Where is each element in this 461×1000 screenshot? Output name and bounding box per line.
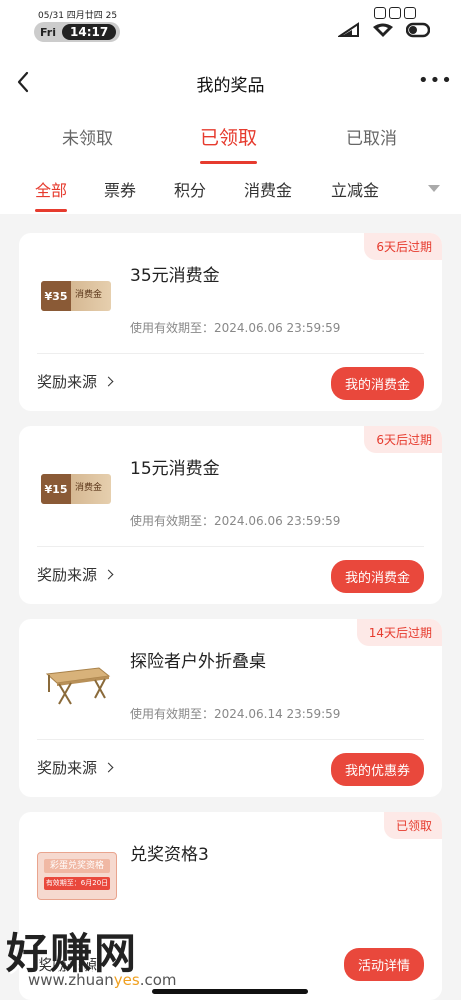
- status-time: 14:17: [62, 24, 117, 40]
- tab-cancelled[interactable]: 已取消: [346, 124, 397, 149]
- my-consumption-credit-button[interactable]: 我的消费金: [330, 560, 424, 593]
- tab-claimed[interactable]: 已领取: [200, 123, 258, 164]
- filter-tab-all[interactable]: 全部: [35, 177, 68, 212]
- wifi-icon: [373, 23, 393, 37]
- prize-name: 15元消费金: [130, 459, 220, 479]
- site-watermark: 好赚网 www.zhuanyes.com: [0, 915, 461, 1000]
- notification-icons: [374, 7, 416, 19]
- status-date: 05/31 四月廿四 25: [38, 11, 118, 21]
- system-icons: [338, 22, 430, 38]
- prize-expiry: 使用有效期至：2024.06.06 23:59:59: [130, 514, 341, 528]
- expiry-badge: 6天后过期: [364, 233, 442, 260]
- tab-label: 已取消: [346, 129, 397, 149]
- status-bar: 05/31 四月廿四 25 Fri 14:17: [0, 0, 461, 50]
- reward-source-link[interactable]: 奖励来源: [37, 564, 114, 585]
- dropdown-arrow-icon[interactable]: [428, 185, 440, 192]
- tab-label: 已领取: [200, 127, 258, 149]
- page-title: 我的奖品: [196, 76, 265, 96]
- prize-card[interactable]: 14天后过期 探险者户外折叠桌 使用有效期至：2024.06.14 23:59:…: [19, 619, 442, 797]
- prize-card[interactable]: 6天后过期 ¥15 消费金 15元消费金 使用有效期至：2024.06.06 2…: [19, 426, 442, 604]
- chevron-right-icon: [103, 569, 114, 580]
- prize-card[interactable]: 6天后过期 ¥35 消费金 35元消费金 使用有效期至：2024.06.06 2…: [19, 233, 442, 411]
- home-indicator[interactable]: [152, 989, 308, 994]
- folding-table-image: [45, 667, 111, 705]
- battery-icon: [406, 22, 430, 38]
- more-dots-icon[interactable]: •••: [418, 70, 453, 91]
- active-filter-indicator: [35, 209, 68, 212]
- active-tab-indicator: [200, 161, 258, 164]
- divider: [37, 739, 424, 740]
- filter-tab-bar: 全部 票券 积分 消费金 立减金: [0, 167, 461, 214]
- nav-header: 我的奖品 •••: [0, 50, 461, 112]
- coupon-thumbnail: ¥15 消费金: [41, 474, 111, 504]
- prize-name: 兑奖资格3: [130, 845, 209, 865]
- status-clock-pill: Fri 14:17: [34, 22, 121, 42]
- reward-source-label: 奖励来源: [37, 373, 98, 391]
- main-tab-bar: 未领取 已领取 已取消: [0, 112, 461, 167]
- filter-tab-points[interactable]: 积分: [174, 177, 206, 201]
- divider: [37, 546, 424, 547]
- divider: [37, 353, 424, 354]
- prize-expiry: 使用有效期至：2024.06.06 23:59:59: [130, 321, 341, 335]
- filter-tab-consumption-credit[interactable]: 消费金: [244, 177, 292, 201]
- certificate-title: 彩蛋兑奖资格: [44, 859, 110, 873]
- notification-icon: [374, 7, 386, 19]
- filter-tab-label: 积分: [174, 181, 207, 200]
- coupon-amount: ¥35: [41, 281, 71, 311]
- chevron-right-icon: [103, 762, 114, 773]
- expiry-badge: 6天后过期: [364, 426, 442, 453]
- filter-tab-label: 全部: [35, 181, 68, 200]
- chevron-right-icon: [103, 376, 114, 387]
- coupon-amount: ¥15: [41, 474, 71, 504]
- prize-certificate-thumbnail: 彩蛋兑奖资格 有效期至：6月20日: [37, 852, 117, 900]
- prize-expiry: 使用有效期至：2024.06.14 23:59:59: [130, 707, 341, 721]
- my-coupons-button[interactable]: 我的优惠券: [330, 753, 424, 786]
- coupon-label: 消费金: [75, 483, 103, 494]
- tab-label: 未领取: [62, 129, 113, 149]
- status-day: Fri: [40, 25, 57, 39]
- reward-source-label: 奖励来源: [37, 759, 98, 777]
- my-consumption-credit-button[interactable]: 我的消费金: [330, 367, 424, 400]
- reward-source-link[interactable]: 奖励来源: [37, 371, 114, 392]
- status-badge: 已领取: [383, 812, 442, 839]
- coupon-thumbnail: ¥35 消费金: [41, 281, 111, 311]
- tab-unclaimed[interactable]: 未领取: [62, 124, 113, 149]
- filter-tab-instant-discount[interactable]: 立减金: [331, 177, 379, 201]
- certificate-expiry: 有效期至：6月20日: [44, 877, 110, 890]
- expiry-badge: 14天后过期: [356, 619, 442, 646]
- filter-tab-tickets[interactable]: 票券: [104, 177, 136, 201]
- prize-name: 探险者户外折叠桌: [130, 652, 266, 672]
- reward-source-link[interactable]: 奖励来源: [37, 757, 114, 778]
- watermark-url: www.zhuanyes.com: [28, 971, 177, 989]
- filter-tab-label: 消费金: [244, 181, 293, 200]
- notification-icon: [389, 7, 401, 19]
- reward-source-label: 奖励来源: [37, 566, 98, 584]
- notification-icon: [404, 7, 416, 19]
- prize-name: 35元消费金: [130, 266, 220, 286]
- signal-icon: [338, 22, 359, 37]
- coupon-label: 消费金: [75, 290, 103, 301]
- filter-tab-label: 票券: [104, 181, 137, 200]
- filter-tab-label: 立减金: [331, 181, 380, 200]
